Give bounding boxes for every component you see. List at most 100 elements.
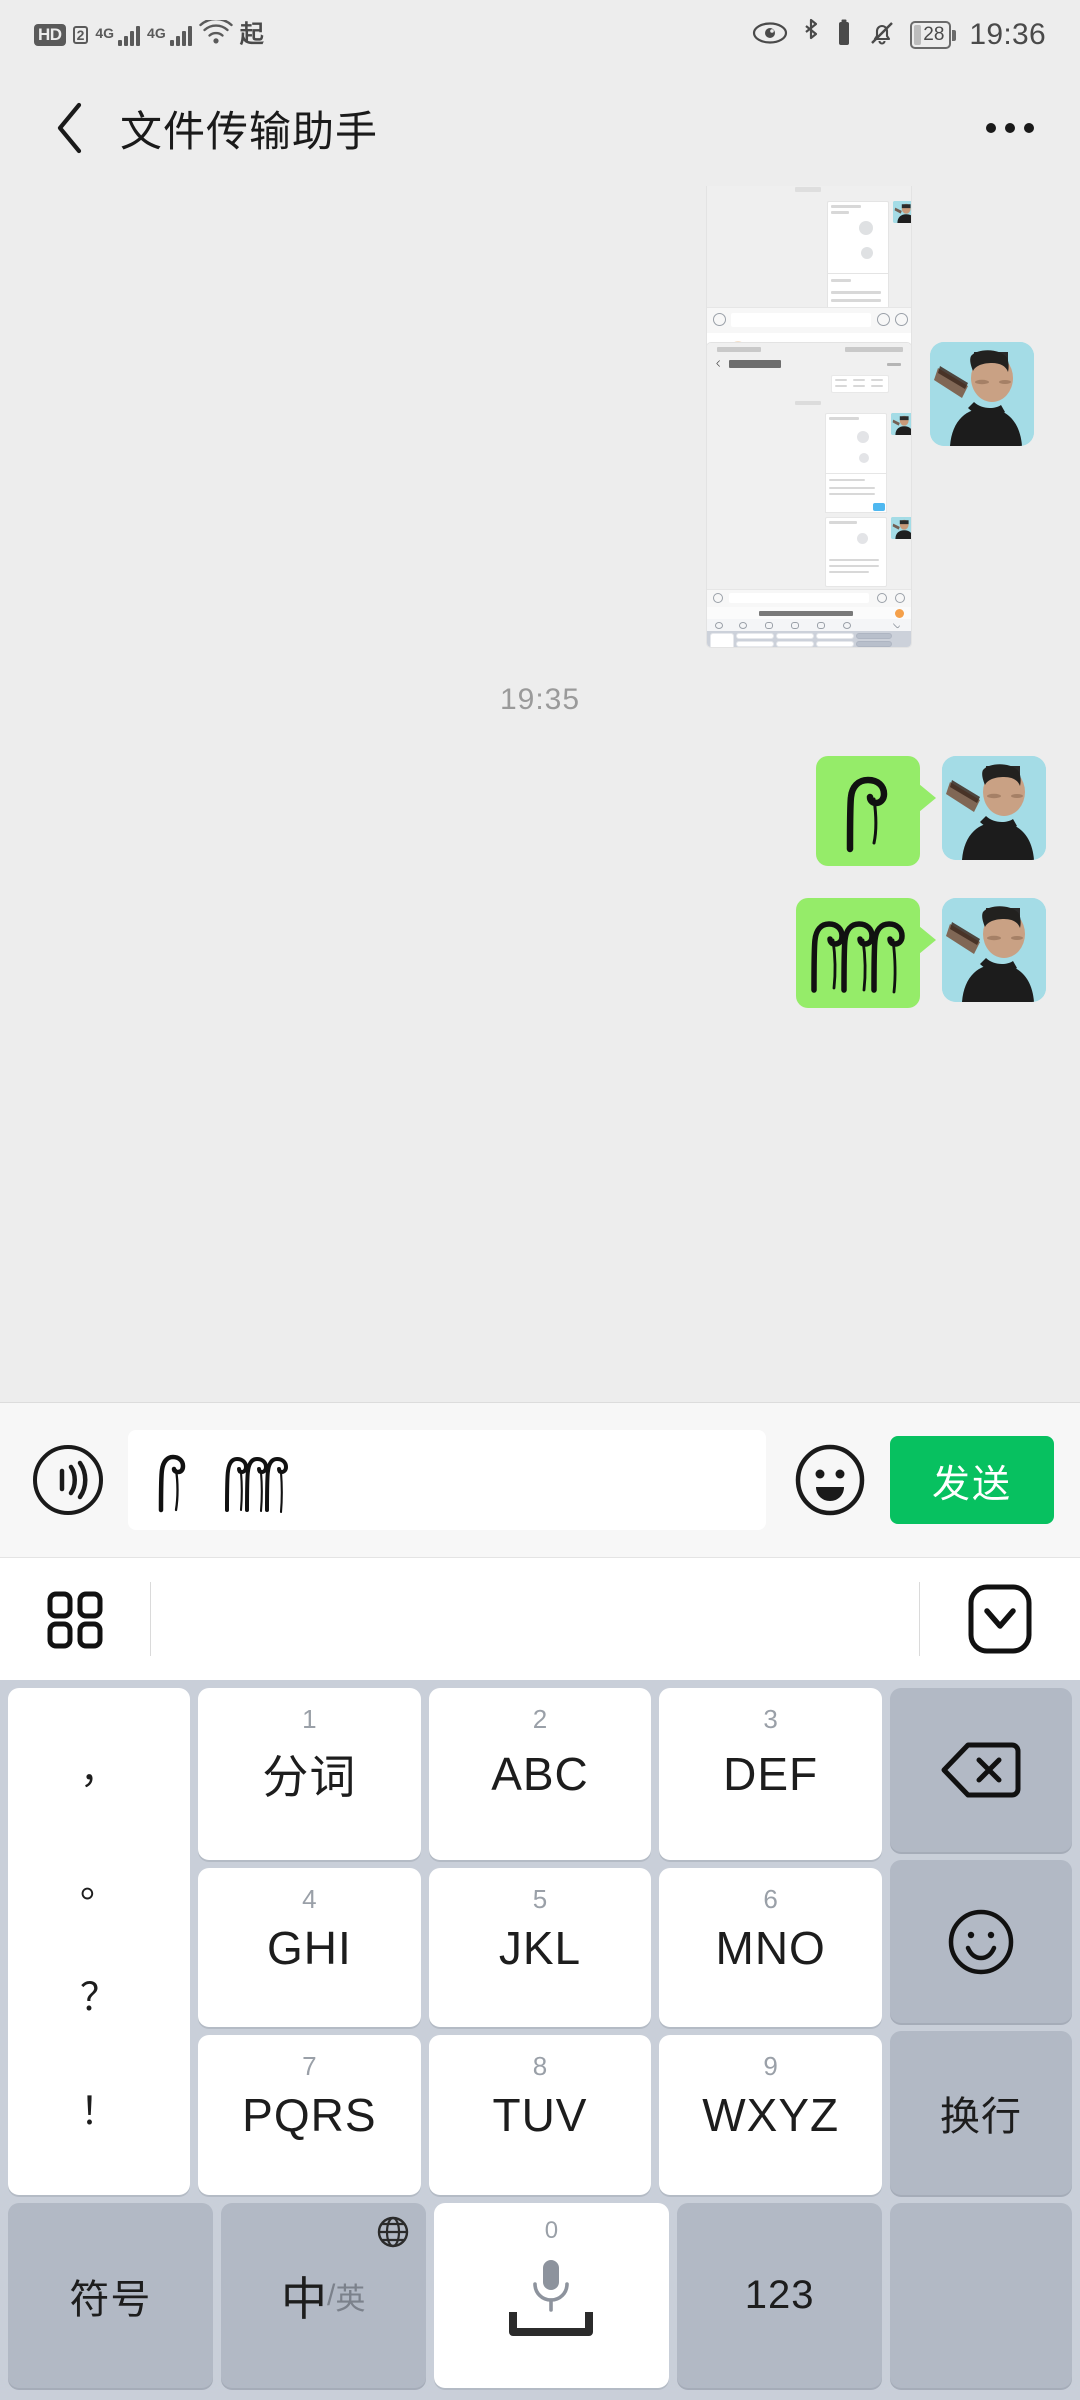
- mini-more-icon: [887, 363, 901, 366]
- message-row-text-2[interactable]: [796, 898, 1080, 1008]
- mini-blob: [859, 221, 873, 235]
- mini-text-field: [731, 313, 871, 327]
- key-3[interactable]: 3 DEF: [659, 1688, 882, 1860]
- mini-plus-icon: [895, 313, 908, 326]
- mini-line: [853, 379, 865, 381]
- key-4[interactable]: 4 GHI: [198, 1867, 421, 2028]
- handwritten-glyph-triple: [811, 921, 905, 994]
- eye-icon: [752, 21, 788, 50]
- chat-message-list[interactable]: 19:35: [0, 186, 1080, 1402]
- symbols-key[interactable]: 符号: [8, 2203, 213, 2388]
- screenshot-content: [707, 343, 911, 647]
- backspace-key[interactable]: [890, 1688, 1072, 1852]
- app-grid-icon: [47, 1591, 103, 1649]
- mini-line: [831, 205, 861, 208]
- mini-emoji-icon: [877, 313, 890, 326]
- mini-line: [871, 385, 883, 387]
- punct-period-key[interactable]: 。: [80, 1866, 118, 1904]
- sim-indicator: 2: [72, 26, 89, 44]
- space-key[interactable]: 0: [433, 2203, 670, 2388]
- page-title: 文件传输助手: [120, 107, 379, 155]
- sent-screenshot-thumbnail-2[interactable]: [706, 342, 912, 648]
- mini-plus-icon: [895, 593, 905, 603]
- mini-avatar: [891, 517, 911, 539]
- mini-line: [835, 385, 847, 387]
- avatar[interactable]: [930, 342, 1034, 446]
- mini-key: [856, 641, 892, 647]
- mini-kb-icon: [791, 622, 799, 629]
- app-grid-button[interactable]: [0, 1588, 150, 1650]
- signal-bars-icon: [118, 24, 141, 46]
- sent-message-bubble[interactable]: [796, 898, 936, 1008]
- emoji-picker-button[interactable]: [788, 1438, 872, 1522]
- key-1[interactable]: 1 分词: [198, 1688, 421, 1860]
- status-bar-right: 28 19:36: [752, 18, 1046, 53]
- lang-toggle-key[interactable]: 中 / 英: [220, 2203, 426, 2388]
- phone-screen: HD 2 4G 4G 起 28 19:36 文件传输助手 19:35 发送 ， …: [0, 0, 1080, 2400]
- message-text-input[interactable]: [128, 1430, 766, 1530]
- mini-line: [853, 385, 865, 387]
- dot: [1005, 123, 1015, 133]
- key-9[interactable]: 9 WXYZ: [659, 2035, 882, 2196]
- hd-badge: HD: [34, 24, 66, 46]
- keyboard-bottom-row: 符号 中 / 英 0 123: [8, 2203, 1072, 2388]
- battery-small-icon: [834, 18, 854, 53]
- mini-key: [736, 641, 774, 647]
- mini-key: [710, 633, 734, 647]
- message-row-text-1[interactable]: [816, 756, 1080, 866]
- message-row-image-2[interactable]: [706, 342, 1034, 648]
- punctuation-column[interactable]: ， 。 ？ ！: [8, 1688, 190, 2196]
- globe-icon: [376, 2215, 410, 2254]
- keypad-grid: 1 分词 2 ABC 3 DEF 4 GHI 5 JKL 6 MNO 7 PQRS 8 TUV …: [198, 1688, 882, 2196]
- key-6[interactable]: 6 MNO: [659, 1867, 882, 2028]
- key-8[interactable]: 8 TUV: [428, 2035, 652, 2196]
- handwritten-glyph: [846, 776, 888, 853]
- input-glyph-1: [158, 1454, 186, 1513]
- lang-primary-label: 中: [281, 2272, 328, 2325]
- key-7[interactable]: 7 PQRS: [198, 2035, 421, 2196]
- avatar[interactable]: [942, 898, 1046, 1002]
- wifi-icon: [199, 17, 233, 51]
- mini-line: [829, 493, 875, 495]
- mini-timestamp: [795, 187, 821, 192]
- mini-line: [829, 417, 859, 420]
- numeric-key[interactable]: 123: [677, 2203, 882, 2388]
- battery-percent: 28: [910, 21, 952, 49]
- chat-timestamp: 19:35: [499, 683, 581, 716]
- more-options-button[interactable]: [986, 123, 1034, 133]
- smiley-icon: [948, 1909, 1014, 1974]
- send-button[interactable]: 发送: [890, 1436, 1054, 1524]
- mini-status-right: [845, 347, 903, 352]
- avatar[interactable]: [942, 756, 1046, 860]
- sent-message-bubble[interactable]: [816, 756, 936, 866]
- mini-key: [856, 633, 892, 639]
- chat-header: 文件传输助手: [0, 70, 1080, 186]
- mini-header-title: [729, 360, 781, 368]
- mini-send-button: [873, 503, 885, 511]
- mini-avatar: [893, 201, 911, 223]
- newline-key-spacer: [889, 2203, 1072, 2388]
- signal-2: 4G: [147, 24, 192, 46]
- punct-exclaim-key[interactable]: ！: [80, 2093, 118, 2131]
- battery-nub: [952, 29, 957, 41]
- mini-line: [829, 479, 865, 481]
- punct-question-key[interactable]: ？: [80, 1979, 118, 2017]
- mini-line: [831, 279, 851, 282]
- emoji-key[interactable]: [890, 1859, 1072, 2024]
- mini-status-left: [717, 347, 761, 352]
- voice-wave-icon: [33, 1445, 103, 1515]
- mini-line: [871, 379, 883, 381]
- toolbar-divider: [150, 1582, 151, 1656]
- voice-input-button[interactable]: [26, 1438, 110, 1522]
- punct-comma-key[interactable]: ，: [80, 1752, 118, 1790]
- dot: [986, 123, 996, 133]
- collapse-keyboard-button[interactable]: [920, 1582, 1080, 1656]
- mini-line: [831, 291, 881, 294]
- lang-slash: /: [327, 2278, 336, 2312]
- mini-voice-icon: [713, 593, 723, 603]
- newline-key[interactable]: 换行: [890, 2031, 1072, 2196]
- battery-indicator: 28: [910, 21, 957, 49]
- key-2[interactable]: 2 ABC: [428, 1688, 652, 1860]
- key-5[interactable]: 5 JKL: [428, 1867, 652, 2028]
- back-button[interactable]: [34, 101, 106, 155]
